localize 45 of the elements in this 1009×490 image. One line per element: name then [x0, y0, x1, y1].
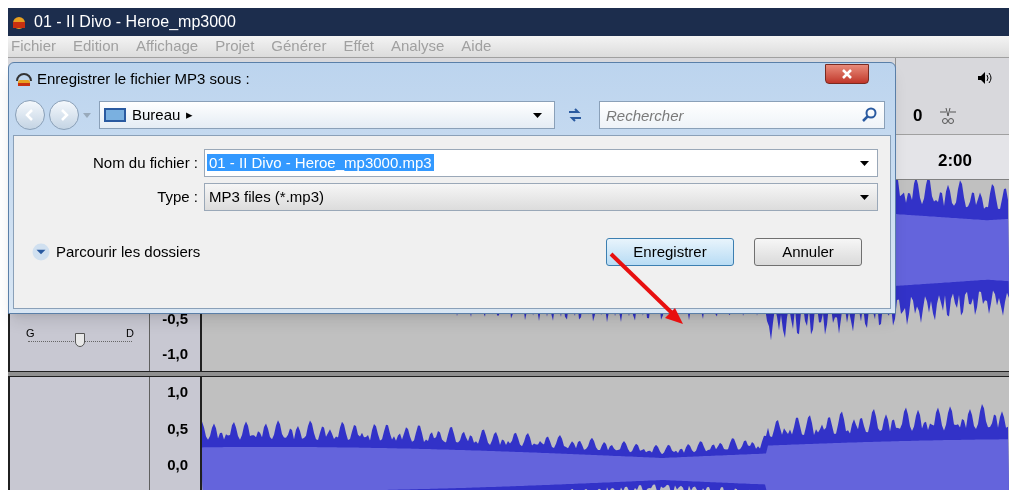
- field-label: Type :: [156, 186, 198, 207]
- search-field[interactable]: Rechercher: [599, 101, 885, 129]
- window-title: 01 - II Divo - Heroe_mp3000: [34, 12, 236, 32]
- speaker-icon: [977, 71, 993, 85]
- scissors-icon: [938, 106, 959, 126]
- filename-combobox[interactable]: 01 - II Divo - Heroe_mp3000.mp3: [204, 149, 878, 177]
- axis-label: -0,5: [162, 309, 188, 329]
- breadcrumb-arrow: ▸: [186, 106, 195, 125]
- pan-left-label: G: [26, 326, 35, 341]
- save-button[interactable]: Enregistrer: [606, 238, 734, 266]
- type-combobox[interactable]: MP3 files (*.mp3): [204, 183, 878, 211]
- caret-icon: [83, 112, 91, 118]
- headphones-icon: [15, 71, 33, 87]
- desktop-icon: [104, 107, 126, 123]
- field-label: Nom du fichier :: [91, 152, 198, 173]
- location-label: Bureau: [132, 104, 181, 125]
- pan-thumb[interactable]: [75, 333, 85, 347]
- menu-item[interactable]: Fichier: [11, 35, 56, 58]
- menu-item[interactable]: Projet: [215, 35, 255, 58]
- position-value: 0: [913, 105, 923, 128]
- axis-label: 0,0: [167, 455, 188, 475]
- axis-label: 1,0: [167, 382, 188, 402]
- pan-right-label: D: [126, 326, 134, 341]
- dropdown-icon: [860, 194, 869, 200]
- menu-item[interactable]: Edition: [73, 35, 119, 58]
- close-icon: [841, 68, 853, 80]
- menu-item[interactable]: Générer: [271, 35, 327, 58]
- dropdown-icon: [533, 112, 542, 118]
- search-icon: [862, 107, 877, 122]
- menu-item[interactable]: Analyse: [391, 35, 445, 58]
- menu-item[interactable]: Effet: [343, 35, 374, 58]
- menu-item[interactable]: Affichage: [135, 35, 199, 58]
- axis-label: 0,5: [167, 418, 188, 439]
- timeline-label: 2:00: [938, 149, 973, 172]
- close-button[interactable]: [825, 64, 869, 84]
- cancel-button[interactable]: Annuler: [754, 238, 862, 266]
- axis-label: -1,0: [162, 343, 188, 364]
- browse-folders-toggle[interactable]: Parcourir les dossiers: [32, 240, 201, 264]
- refresh-icon: [567, 107, 583, 123]
- dialog-title: Enregistrer le fichier MP3 sous :: [37, 68, 251, 89]
- menu-item[interactable]: Aide: [461, 35, 492, 58]
- address-bar[interactable]: Bureau ▸: [99, 101, 555, 129]
- pan-slider[interactable]: G D: [24, 325, 136, 349]
- dropdown-icon: [860, 160, 869, 166]
- app-icon: [12, 15, 26, 29]
